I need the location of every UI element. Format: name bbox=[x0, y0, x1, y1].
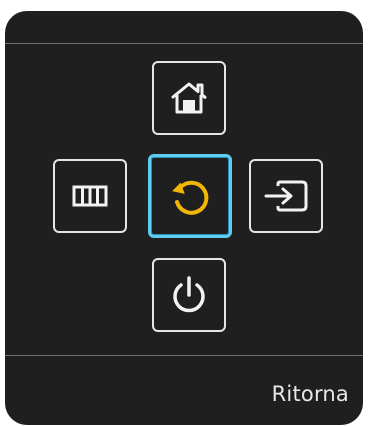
menu-button[interactable] bbox=[53, 159, 127, 233]
menu-icon bbox=[72, 185, 108, 207]
return-button[interactable] bbox=[148, 154, 232, 238]
source-input-icon bbox=[264, 180, 308, 212]
return-icon bbox=[168, 174, 212, 218]
control-panel: Ritorna bbox=[5, 11, 363, 425]
power-icon bbox=[169, 275, 209, 315]
home-button[interactable] bbox=[152, 61, 226, 135]
top-divider bbox=[5, 43, 363, 44]
power-button[interactable] bbox=[152, 258, 226, 332]
return-label: Ritorna bbox=[271, 382, 349, 406]
bottom-divider bbox=[5, 355, 363, 356]
home-icon bbox=[169, 80, 209, 116]
source-button[interactable] bbox=[249, 159, 323, 233]
